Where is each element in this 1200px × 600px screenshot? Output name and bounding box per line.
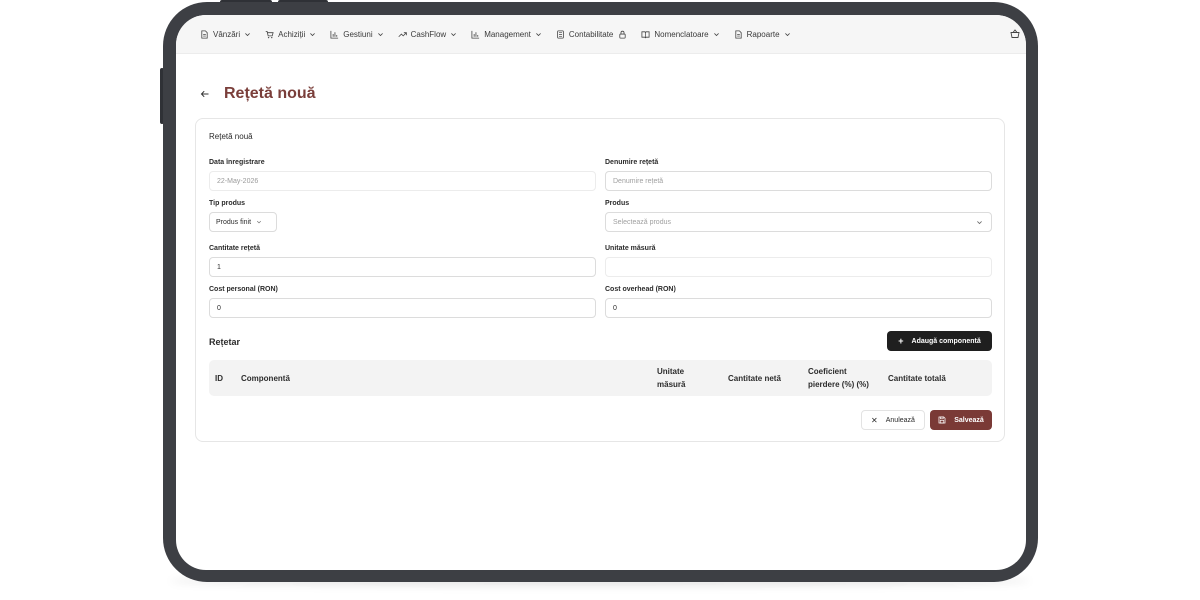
card-title: Rețetă nouă — [209, 132, 253, 141]
chevron-down-icon — [784, 32, 790, 36]
close-icon: ✕ — [871, 415, 878, 425]
product-type-label: Tip produs — [209, 200, 246, 207]
quantity-input[interactable]: 1 — [209, 257, 596, 277]
column-net-quantity: Cantitate netă — [728, 374, 781, 383]
page-header: Rețetă nouă — [200, 85, 316, 103]
nav-item-rapoarte[interactable]: Rapoarte — [734, 30, 791, 39]
product-type-select[interactable]: Produs finit — [209, 212, 277, 232]
date-label: Data înregistrare — [209, 159, 265, 166]
product-select[interactable]: Selectează produs — [605, 212, 992, 232]
basket-icon[interactable] — [1010, 29, 1020, 39]
save-label: Salvează — [954, 416, 984, 424]
nav-item-label: Nomenclatoare — [654, 29, 709, 39]
column-loss-line1: Coeficient — [808, 367, 847, 376]
document-icon — [735, 29, 742, 39]
nav-item-nomenclatoare[interactable]: Nomenclatoare — [641, 30, 719, 39]
nav-item-cashflow[interactable]: CashFlow — [398, 30, 458, 39]
nav-item-label: CashFlow — [410, 29, 447, 39]
nav-item-label: Vânzări — [213, 29, 241, 39]
unit-input[interactable] — [605, 257, 992, 277]
column-unit: Unitate măsură — [657, 365, 685, 391]
chevron-down-icon — [713, 32, 719, 36]
overhead-cost-label: Cost overhead (RON) — [605, 286, 676, 293]
nav-item-label: Contabilitate — [568, 29, 614, 39]
recipe-section-title: Rețetar — [209, 337, 241, 347]
chevron-down-icon — [256, 220, 262, 224]
personal-cost-label: Cost personal (RON) — [209, 286, 278, 293]
page-title: Rețetă nouă — [224, 85, 316, 102]
chevron-down-icon — [451, 32, 457, 36]
nav-item-label: Gestiuni — [343, 29, 373, 39]
ledger-icon — [557, 29, 564, 39]
column-loss-coefficient: Coeficient pierdere (%) (%) — [808, 365, 869, 391]
recipe-form-card: Rețetă nouă Data înregistrare 22-May-202… — [195, 118, 1005, 442]
nav-item-achizitii[interactable]: Achiziții — [265, 30, 316, 39]
column-total-quantity: Cantitate totală — [888, 374, 946, 383]
nav-item-label: Rapoarte — [746, 29, 780, 39]
chevron-down-icon — [977, 221, 982, 225]
column-component: Componentă — [241, 374, 290, 383]
nav-item-vanzari[interactable]: Vânzări — [200, 30, 251, 39]
add-component-label: Adaugă componentă — [911, 337, 981, 345]
recipe-name-input[interactable]: Denumire rețetă — [605, 171, 992, 191]
chevron-down-icon — [245, 32, 250, 36]
chevron-down-icon — [310, 32, 316, 36]
overhead-cost-input[interactable]: 0 — [605, 298, 992, 318]
components-table-header: ID Componentă Unitate măsură Cantitate n… — [209, 360, 992, 396]
cancel-button[interactable]: ✕ Anulează — [861, 410, 925, 430]
recipe-name-label: Denumire rețetă — [605, 159, 659, 166]
cart-icon — [265, 30, 274, 38]
bar-chart-icon — [471, 30, 480, 39]
chevron-down-icon — [536, 32, 541, 36]
nav-item-label: Achiziții — [278, 29, 306, 39]
back-arrow-icon[interactable] — [200, 89, 210, 99]
column-unit-line1: Unitate — [657, 367, 685, 376]
nav-item-label: Management — [484, 29, 531, 39]
save-icon — [938, 416, 946, 424]
quantity-label: Cantitate rețetă — [209, 245, 260, 252]
nav-item-management[interactable]: Management — [471, 30, 542, 39]
trend-icon — [398, 31, 407, 37]
bar-chart-icon — [330, 30, 339, 39]
unit-label: Unitate măsură — [605, 245, 656, 252]
column-loss-line2: pierdere (%) (%) — [808, 380, 869, 389]
top-navigation: Vânzări Achiziții Gestiuni CashFlow Mana — [176, 15, 1026, 54]
column-unit-line2: măsură — [657, 380, 686, 389]
cancel-label: Anulează — [885, 416, 915, 424]
add-component-button[interactable]: + Adaugă componentă — [887, 331, 992, 351]
book-icon — [641, 30, 650, 38]
date-field[interactable]: 22-May-2026 — [209, 171, 596, 191]
column-id: ID — [215, 374, 223, 383]
lock-icon — [619, 30, 626, 39]
save-button[interactable]: Salvează — [930, 410, 992, 430]
plus-icon: + — [898, 336, 904, 346]
chevron-down-icon — [377, 32, 383, 36]
nav-item-gestiuni[interactable]: Gestiuni — [330, 30, 383, 39]
product-type-value: Produs finit — [216, 218, 252, 226]
nav-item-contabilitate[interactable]: Contabilitate — [556, 30, 627, 39]
product-select-placeholder: Selectează produs — [613, 218, 671, 226]
app-screen: Vânzări Achiziții Gestiuni CashFlow Mana — [176, 15, 1026, 570]
personal-cost-input[interactable]: 0 — [209, 298, 596, 318]
stage: Vânzări Achiziții Gestiuni CashFlow Mana — [0, 0, 1200, 600]
document-icon — [201, 29, 208, 39]
product-label: Produs — [605, 200, 630, 207]
